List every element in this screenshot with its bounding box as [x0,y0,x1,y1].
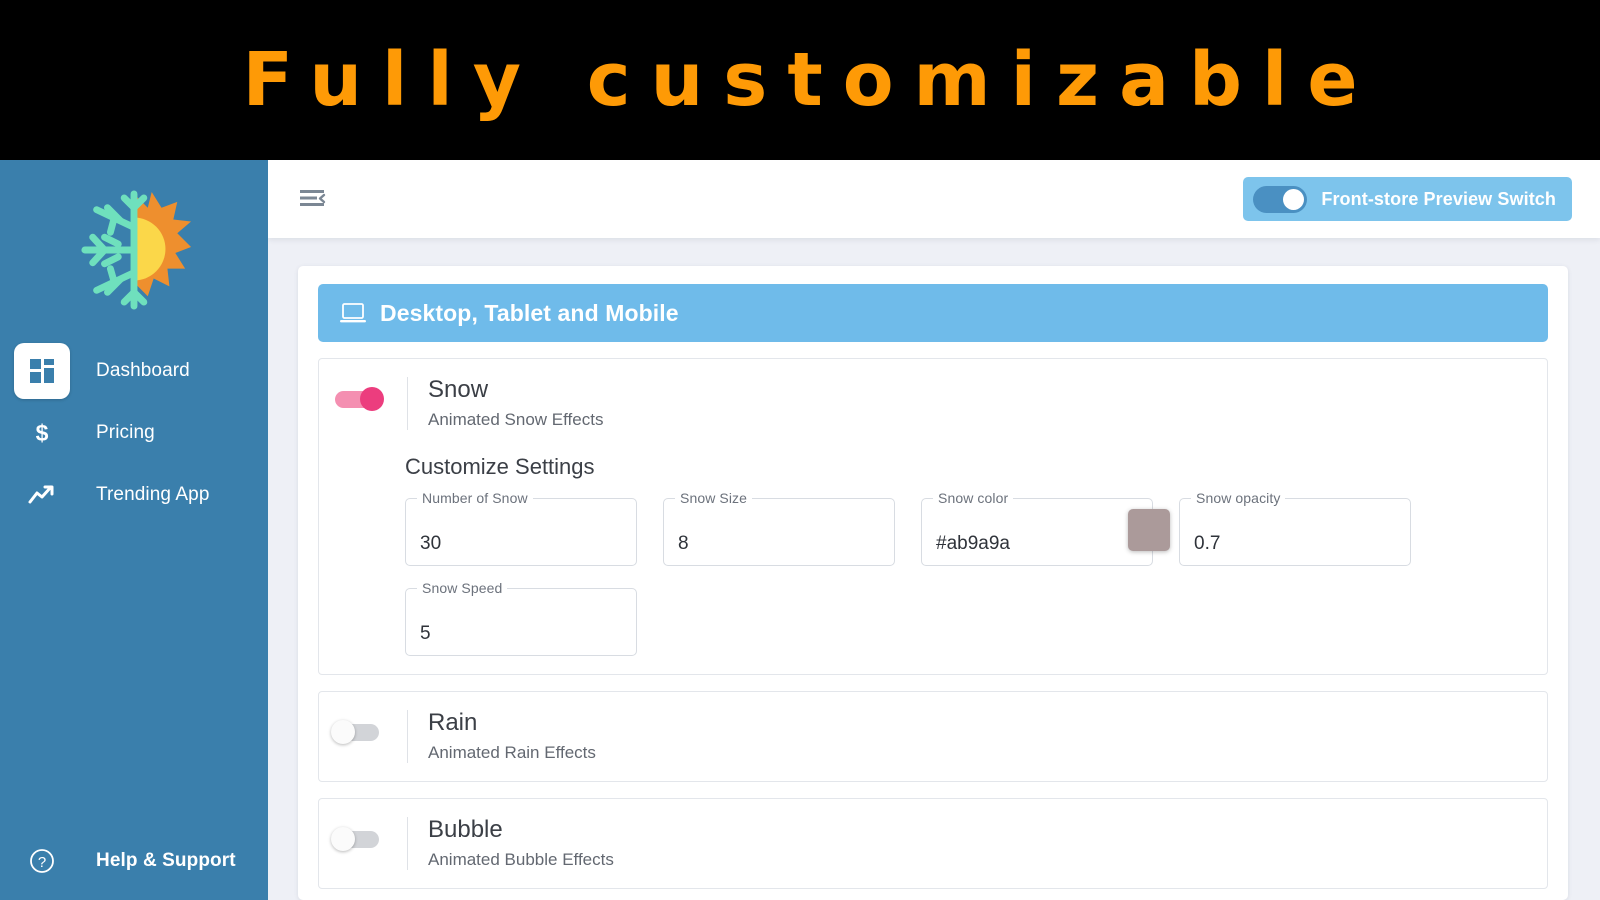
dashboard-grid-icon [30,359,54,383]
customize-settings-title: Customize Settings [405,453,595,479]
effect-divider [407,709,408,763]
effect-text: Snow Animated Snow Effects [428,376,1527,430]
panel-header: Desktop, Tablet and Mobile [318,284,1548,342]
rain-toggle[interactable] [331,719,385,744]
effect-divider [407,377,408,430]
field-snow-size[interactable]: Snow Size 8 [663,489,895,566]
field-value: #ab9a9a [936,532,1010,554]
field-label: Snow Size [675,489,753,506]
pricing-icon-box: $ [14,405,70,461]
menu-collapse-icon [300,190,326,206]
field-value: 5 [420,622,431,644]
snowflake-sun-logo [81,190,192,310]
field-row-1: Number of Snow 30 Snow Size 8 Snow color… [405,489,1527,566]
help-icon-box: ? [14,833,70,889]
field-label: Number of Snow [417,489,533,506]
effect-description: Animated Rain Effects [428,742,596,762]
bubble-toggle[interactable] [331,826,385,851]
effect-divider [407,816,408,870]
sidebar-item-label: Pricing [96,422,155,443]
trending-up-icon [28,485,54,504]
sidebar-item-help-support[interactable]: ? Help & Support [0,830,268,892]
main-area: Front-store Preview Switch Desktop, Tabl… [268,160,1600,900]
desktop-icon [340,303,366,323]
topbar-right: Front-store Preview Switch [1243,177,1600,221]
effect-text: Bubble Animated Bubble Effects [428,815,1527,870]
front-store-preview-switch[interactable]: Front-store Preview Switch [1243,177,1572,221]
snow-color-swatch[interactable] [1128,508,1170,551]
dollar-icon: $ [36,420,49,446]
sidebar-nav: Dashboard $ Pricing Trending App [0,340,268,526]
effect-card-rain: Rain Animated Rain Effects [318,690,1548,782]
field-row-2: Snow Speed 5 [405,579,1527,656]
effect-title: Snow [428,376,489,403]
effect-text: Rain Animated Rain Effects [428,708,1527,763]
field-snow-speed[interactable]: Snow Speed 5 [405,579,637,656]
field-label: Snow Speed [417,579,508,596]
toggle-knob [360,387,384,411]
field-snow-color[interactable]: Snow color #ab9a9a [921,489,1170,566]
field-value: 8 [678,532,689,554]
banner-title: Fully customizable [242,37,1378,123]
field-value: 30 [420,532,442,554]
effect-title: Bubble [428,815,503,843]
sidebar-item-label: Trending App [96,484,210,505]
sidebar-item-pricing[interactable]: $ Pricing [0,402,268,464]
panel-header-title: Desktop, Tablet and Mobile [380,299,679,326]
effect-card-bubble: Bubble Animated Bubble Effects [318,797,1548,889]
effect-card-snow: Snow Animated Snow Effects Customize Set… [318,358,1548,675]
effect-title: Rain [428,708,478,736]
effect-header: Snow Animated Snow Effects [331,376,1527,430]
effects-panel: Desktop, Tablet and Mobile Snow Animated… [298,266,1568,900]
effect-header: Bubble Animated Bubble Effects [331,815,1527,870]
snow-toggle[interactable] [331,387,385,411]
field-snow-opacity[interactable]: Snow opacity 0.7 [1179,489,1411,566]
field-number-of-snow[interactable]: Number of Snow 30 [405,489,637,566]
banner: Fully customizable [0,0,1600,160]
sidebar-item-label: Help & Support [96,850,236,871]
customize-settings: Customize Settings Number of Snow 30 Sno… [331,454,1527,656]
sidebar-item-label: Dashboard [96,360,190,381]
field-label: Snow color [933,489,1014,506]
preview-switch-label: Front-store Preview Switch [1321,188,1556,209]
topbar: Front-store Preview Switch [268,160,1600,238]
sidebar-nav-bottom: ? Help & Support [0,830,268,900]
field-label: Snow opacity [1191,489,1286,506]
question-circle-icon: ? [30,849,54,873]
toggle-knob [331,719,355,744]
field-value: 0.7 [1194,532,1221,554]
effect-description: Animated Snow Effects [428,409,604,429]
menu-collapse-button[interactable] [298,182,332,216]
dashboard-icon-box [14,343,70,399]
svg-text:?: ? [38,854,46,871]
sidebar-item-dashboard[interactable]: Dashboard [0,340,268,402]
brand-logo-area [0,160,268,340]
toggle-knob [331,826,355,851]
content-area: Desktop, Tablet and Mobile Snow Animated… [268,238,1600,900]
trending-icon-box [14,467,70,523]
svg-text:$: $ [36,420,49,446]
effect-description: Animated Bubble Effects [428,849,614,869]
app-window: Dashboard $ Pricing Trending App ? Help … [0,160,1600,900]
sidebar-item-trending-app[interactable]: Trending App [0,464,268,526]
effect-header: Rain Animated Rain Effects [331,708,1527,763]
sidebar: Dashboard $ Pricing Trending App ? Help … [0,160,268,900]
preview-switch-toggle[interactable] [1253,185,1308,213]
